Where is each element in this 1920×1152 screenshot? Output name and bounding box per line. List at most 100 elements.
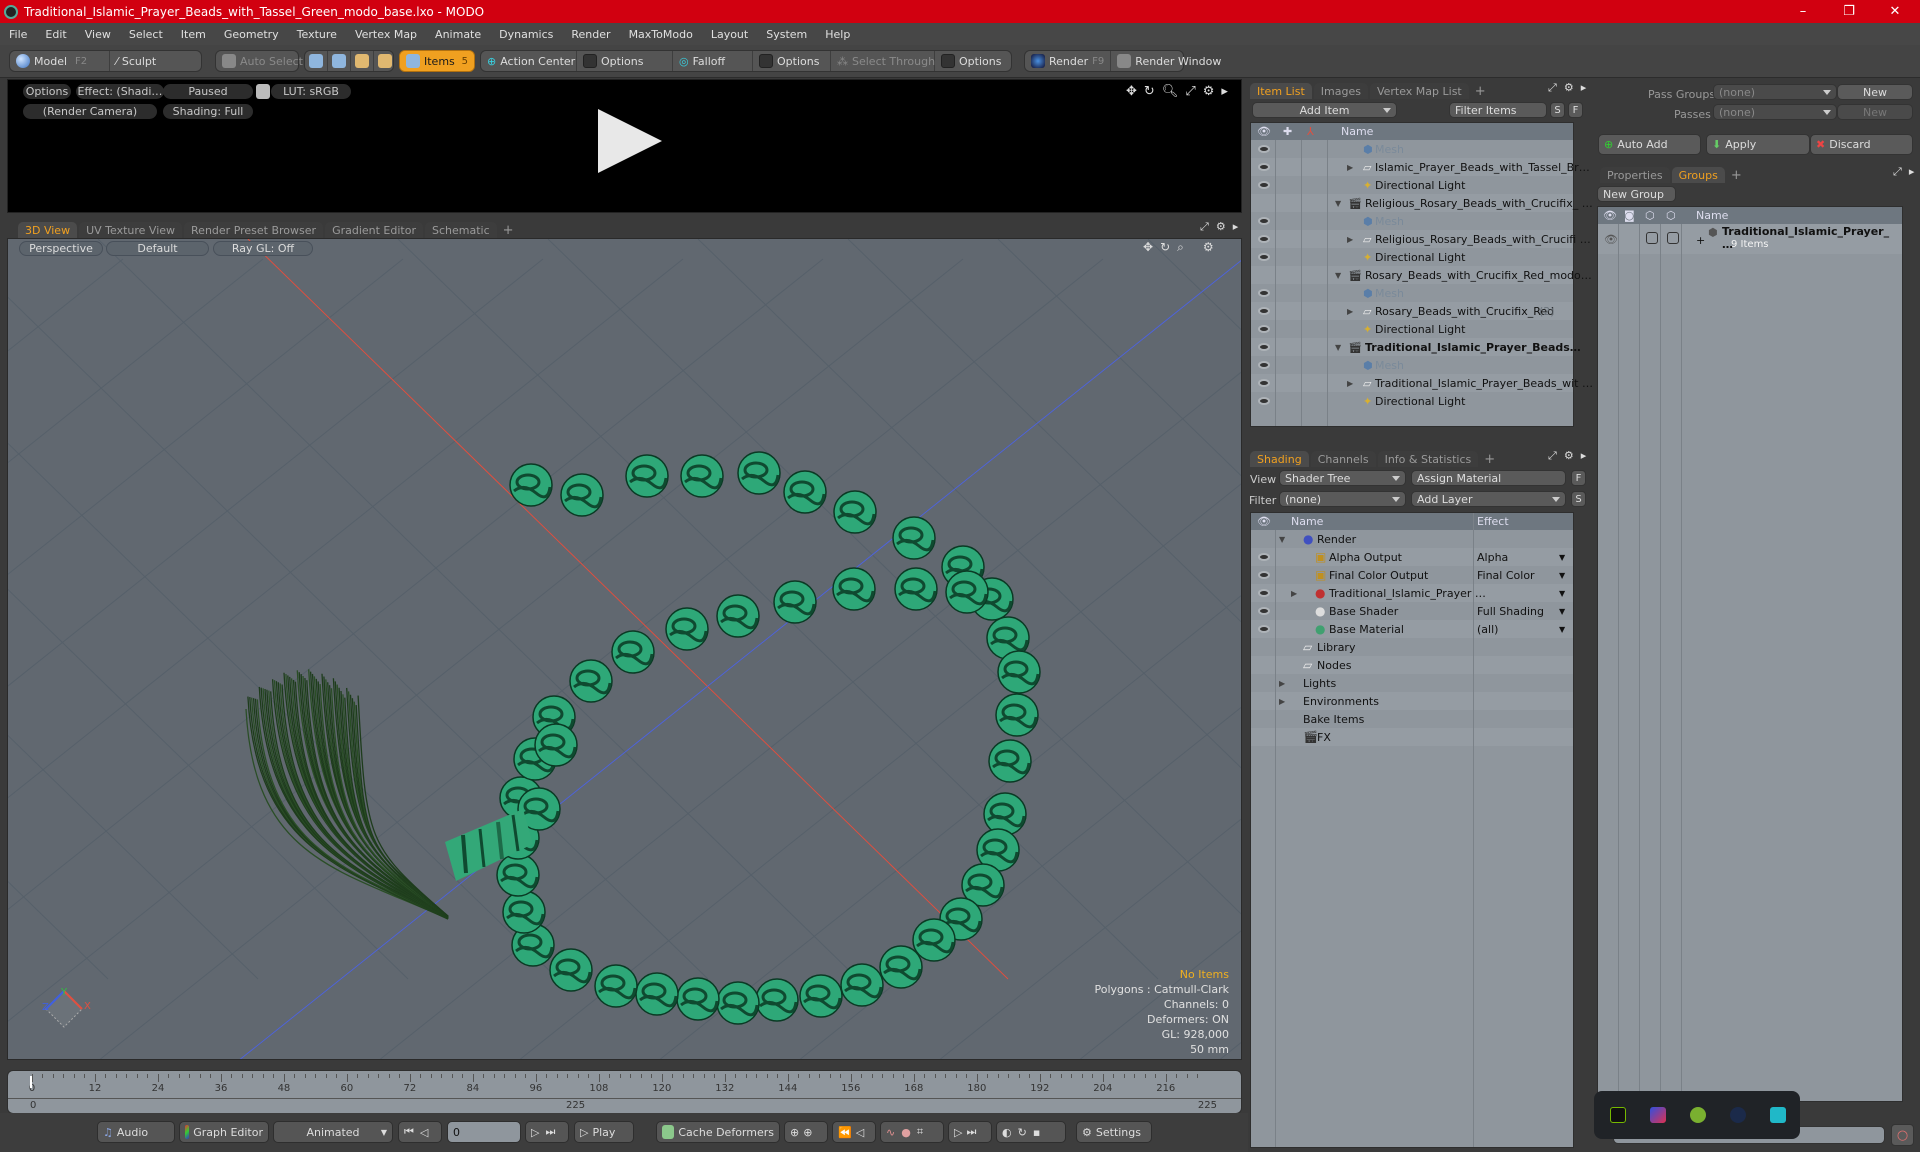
collapse-arrow-icon[interactable]: ▼: [1279, 535, 1285, 544]
shader-row[interactable]: ▣ Final Color Output Final Color ▼: [1251, 566, 1573, 584]
steam-icon[interactable]: [1730, 1107, 1746, 1123]
name-column-header[interactable]: Name: [1341, 125, 1373, 138]
item-row[interactable]: ✦ Directional Light: [1251, 248, 1573, 266]
menu-texture[interactable]: Texture: [288, 28, 346, 41]
key-up-icon[interactable]: ⊕: [790, 1126, 799, 1139]
graph-editor-button[interactable]: Graph Editor: [179, 1121, 269, 1143]
visibility-eye-icon[interactable]: 👁︎: [1604, 233, 1618, 246]
item-row[interactable]: ⬢ Mesh: [1251, 140, 1573, 158]
shader-row[interactable]: ▶ Lights: [1251, 674, 1573, 692]
visibility-eye-icon[interactable]: [1258, 607, 1270, 615]
item-row[interactable]: ⬢ Mesh: [1251, 356, 1573, 374]
expand-arrow-icon[interactable]: ▶: [1347, 163, 1353, 172]
tab-info-statistics[interactable]: Info & Statistics: [1377, 451, 1479, 467]
app-icon[interactable]: [1650, 1107, 1666, 1123]
visibility-eye-icon[interactable]: [1258, 325, 1270, 333]
apply-button[interactable]: ⬇ Apply: [1706, 134, 1810, 155]
shader-row[interactable]: ▣ Alpha Output Alpha ▼: [1251, 548, 1573, 566]
menu-help[interactable]: Help: [816, 28, 859, 41]
projection-dropdown[interactable]: Perspective: [19, 241, 103, 256]
item-row[interactable]: ⬢ Mesh: [1251, 212, 1573, 230]
menu-animate[interactable]: Animate: [426, 28, 490, 41]
visibility-eye-icon[interactable]: [1258, 553, 1270, 561]
expand-arrow-icon[interactable]: ▸: [1581, 449, 1587, 463]
add-tab-button[interactable]: +: [1480, 451, 1499, 467]
menu-maxtomodo[interactable]: MaxToModo: [620, 28, 702, 41]
visibility-eye-icon[interactable]: [1258, 625, 1270, 633]
passes-dropdown[interactable]: (none): [1713, 104, 1837, 120]
item-row[interactable]: ✦ Directional Light: [1251, 320, 1573, 338]
collapse-arrow-icon[interactable]: ▼: [1335, 271, 1341, 280]
item-row[interactable]: ▶ ▱ Traditional_Islamic_Prayer_Beads_wit …: [1251, 374, 1593, 392]
menu-layout[interactable]: Layout: [702, 28, 757, 41]
menu-dynamics[interactable]: Dynamics: [490, 28, 562, 41]
pan-icon[interactable]: ✥: [1143, 240, 1153, 255]
item-row[interactable]: ▶ ▱ Islamic_Prayer_Beads_with_Tassel_Br…: [1251, 158, 1590, 176]
add-tab-button[interactable]: +: [1727, 167, 1746, 183]
rotate-icon[interactable]: ↻: [1160, 240, 1170, 255]
expand-arrow-icon[interactable]: ▸: [1581, 81, 1587, 95]
menu-render[interactable]: Render: [562, 28, 619, 41]
timeline-ruler[interactable]: 0 12 24 36 48 60 72 84 96 108 120 132 144 156 168 180 19…: [8, 1071, 1241, 1099]
lut-dropdown[interactable]: LUT: sRGB: [271, 84, 351, 99]
menu-edit[interactable]: Edit: [36, 28, 75, 41]
visibility-eye-icon[interactable]: [1258, 145, 1270, 153]
shading-s-button[interactable]: S: [1571, 491, 1586, 507]
visibility-eye-icon[interactable]: [1258, 235, 1270, 243]
last-key-icon[interactable]: ⏭: [966, 1125, 976, 1139]
group-row[interactable]: 👁︎ + ⬢ Traditional_Islamic_Prayer_ … 9 I…: [1598, 224, 1902, 254]
visibility-eye-icon[interactable]: [1258, 571, 1270, 579]
effect-value[interactable]: Full Shading: [1477, 605, 1544, 618]
shader-row[interactable]: ▼ ● Render: [1251, 530, 1573, 548]
tab-schematic[interactable]: Schematic: [425, 222, 497, 238]
item-row[interactable]: ▼ 🎬︎ Religious_Rosary_Beads_with_Crucifix_…: [1251, 194, 1593, 212]
tab-shading[interactable]: Shading: [1250, 451, 1309, 467]
falloff-button[interactable]: ◎ Falloff: [673, 51, 753, 71]
shader-row[interactable]: ● Base Shader Full Shading ▼: [1251, 602, 1573, 620]
effect-column-header[interactable]: Effect: [1477, 515, 1509, 528]
shader-row[interactable]: ▱ Nodes: [1251, 656, 1573, 674]
collapse-arrow-icon[interactable]: ▼: [1335, 199, 1341, 208]
render-window-button[interactable]: Render Window: [1111, 51, 1227, 71]
lock-checkbox[interactable]: [1646, 232, 1658, 244]
menu-item[interactable]: Item: [172, 28, 215, 41]
shader-row[interactable]: Bake Items: [1251, 710, 1573, 728]
action-center-button[interactable]: ⊕ Action Center: [481, 51, 577, 71]
model-mode-button[interactable]: Model F2: [10, 51, 110, 71]
3d-viewport[interactable]: Y X Z Perspective Default Ray GL: Off ✥ ↻…: [7, 238, 1242, 1060]
step-back-icon[interactable]: ◁: [420, 1126, 428, 1139]
vertices-mode-button[interactable]: [305, 51, 328, 71]
loop-icon[interactable]: ↻: [1018, 1126, 1027, 1139]
maximize-icon[interactable]: ⤢: [1548, 449, 1557, 463]
maximize-icon[interactable]: ⤢: [1893, 165, 1902, 179]
items-mode-button[interactable]: Items 5: [400, 51, 474, 71]
tab-channels[interactable]: Channels: [1310, 451, 1376, 467]
shader-row[interactable]: ▶ ● Traditional_Islamic_Prayer … ▼: [1251, 584, 1573, 602]
expand-arrow-icon[interactable]: ▸: [1233, 220, 1239, 234]
maximize-icon[interactable]: ⤢: [1548, 81, 1557, 95]
expand-arrow-icon[interactable]: ▸: [1909, 165, 1915, 179]
expand-arrow-icon[interactable]: ▶: [1347, 235, 1353, 244]
menu-select[interactable]: Select: [120, 28, 172, 41]
item-row[interactable]: ⬢ Mesh: [1251, 284, 1573, 302]
effect-value[interactable]: Final Color: [1477, 569, 1535, 582]
sculpt-mode-button[interactable]: ⁄ Sculpt: [110, 51, 162, 71]
expand-arrow-icon[interactable]: ▶: [1279, 679, 1285, 688]
item-row[interactable]: ✦ Directional Light: [1251, 392, 1573, 410]
range-icon[interactable]: ▪: [1033, 1126, 1040, 1139]
shader-row[interactable]: ● Base Material (all) ▼: [1251, 620, 1573, 638]
check-icon[interactable]: [1690, 1107, 1706, 1123]
prev-key-icon[interactable]: ⏪: [838, 1126, 852, 1139]
frame-input[interactable]: 0: [447, 1121, 521, 1143]
record-macro-button[interactable]: ○: [1891, 1124, 1914, 1146]
preview-pause-button[interactable]: Paused: [163, 84, 253, 99]
go-to-start-icon[interactable]: ⏮: [404, 1125, 414, 1139]
new-group-button[interactable]: New Group: [1597, 186, 1676, 202]
collapse-arrow-icon[interactable]: ▼: [1335, 343, 1341, 352]
tab-render-preset-browser[interactable]: Render Preset Browser: [184, 222, 324, 238]
item-row[interactable]: ▶ ▱ Religious_Rosary_Beads_with_Crucifi …: [1251, 230, 1591, 248]
minimize-button[interactable]: –: [1780, 0, 1826, 23]
item-row[interactable]: ▶ ▱ Rosary_Beads_with_Crucifix_Red (2): [1251, 302, 1573, 320]
camera-dropdown[interactable]: (Render Camera): [23, 104, 157, 119]
expand-arrow-icon[interactable]: ▶: [1347, 379, 1353, 388]
